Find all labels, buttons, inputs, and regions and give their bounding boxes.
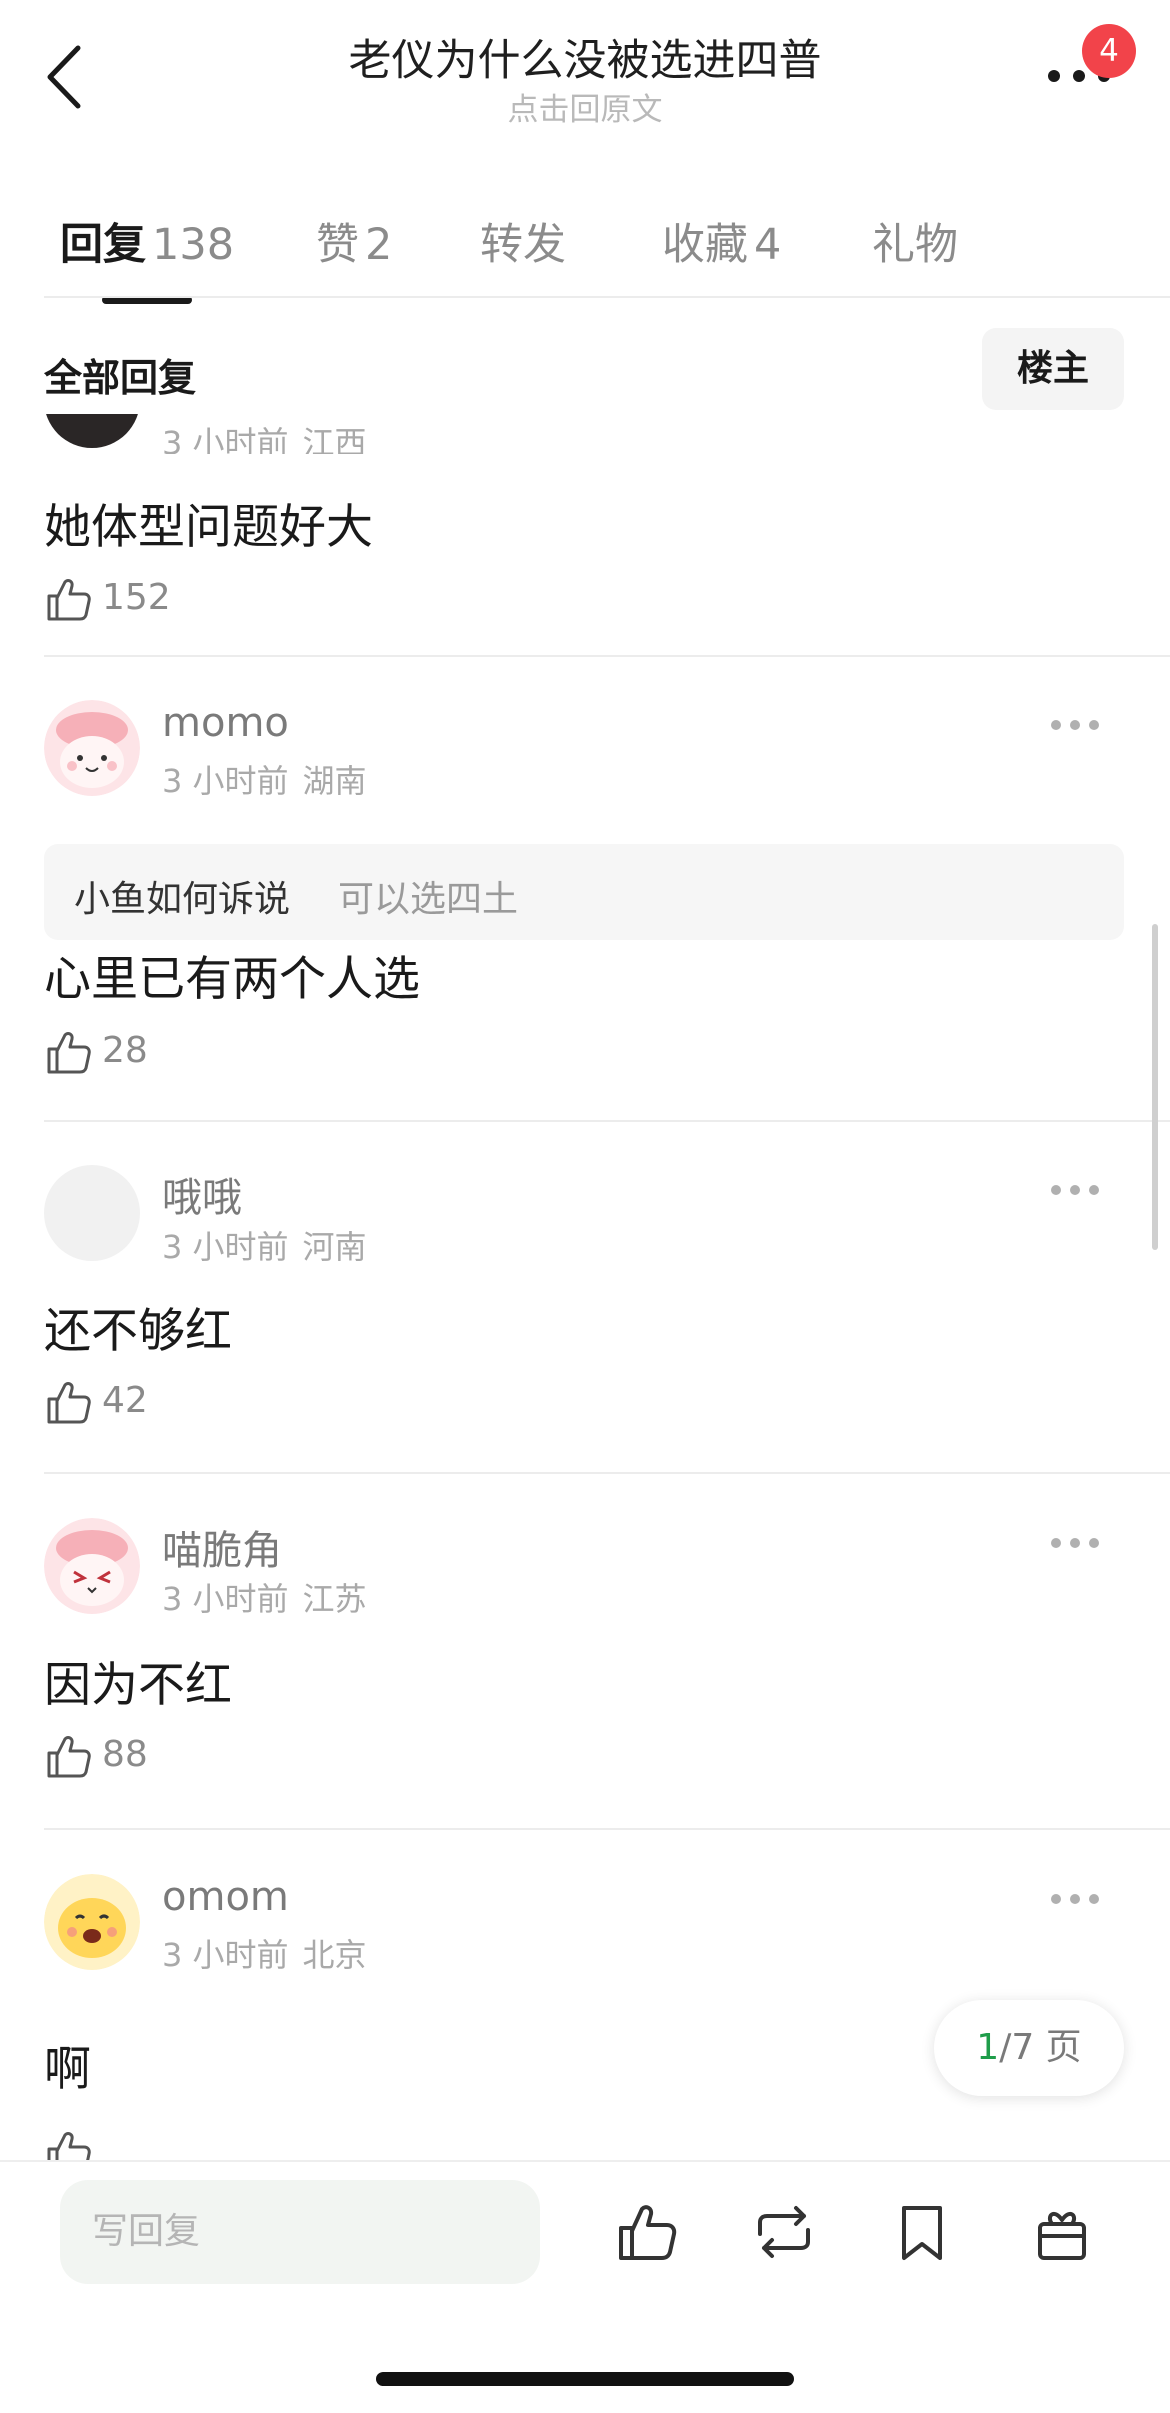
comment-location: 河南	[302, 1228, 367, 1266]
comment-time: 3 小时前	[162, 762, 289, 800]
thumbs-up-icon	[47, 579, 91, 621]
tab-count: 2	[365, 220, 393, 270]
comment-location: 江西	[302, 424, 367, 454]
total-pages: /7 页	[999, 2027, 1082, 2068]
bookmark-icon[interactable]	[890, 2200, 954, 2264]
comment-text: 她体型问题好大	[44, 500, 373, 555]
avatar[interactable]	[44, 1518, 140, 1614]
username[interactable]: 哦哦	[162, 1165, 242, 1223]
avatar[interactable]	[44, 700, 140, 796]
comment-divider	[44, 655, 1170, 657]
thumbs-up-icon	[47, 2132, 91, 2160]
username[interactable]: momo	[162, 700, 289, 746]
gift-icon[interactable]	[1030, 2200, 1094, 2264]
avatar[interactable]	[44, 1165, 140, 1261]
thumbs-up-icon	[47, 1032, 91, 1074]
tab-label: 收藏	[662, 220, 748, 270]
comment-divider	[44, 1828, 1170, 1830]
thumbs-up-icon	[47, 1736, 91, 1778]
avatar[interactable]	[44, 414, 140, 448]
comment-time: 3 小时前	[162, 1580, 289, 1618]
pagination-indicator[interactable]: 1/7 页	[934, 2000, 1124, 2096]
comment-location: 江苏	[302, 1580, 367, 1618]
tab-likes[interactable]: 赞2	[316, 210, 392, 272]
comment-divider	[44, 1120, 1170, 1122]
comment-location: 湖南	[302, 762, 367, 800]
avatar[interactable]	[44, 1874, 140, 1970]
comment-text: 因为不红	[44, 1658, 232, 1713]
comment-time: 3 小时前	[162, 1228, 289, 1266]
like-count: 152	[102, 577, 171, 618]
comment-text: 还不够红	[44, 1304, 232, 1359]
owner-only-button[interactable]: 楼主	[982, 328, 1124, 410]
like-count: 28	[102, 1030, 148, 1071]
comment-meta: 3 小时前 江苏	[162, 1574, 367, 1620]
comment-text: 心里已有两个人选	[44, 952, 420, 1007]
repost-icon[interactable]	[752, 2200, 816, 2264]
comment-more-icon[interactable]	[1050, 718, 1100, 732]
tab-label: 转发	[480, 220, 566, 270]
tab-reposts[interactable]: 转发	[480, 210, 566, 272]
reply-input[interactable]: 写回复	[60, 2180, 540, 2284]
comment-meta: 3 小时前 河南	[162, 1222, 367, 1268]
comment-more-icon[interactable]	[1050, 1892, 1100, 1906]
tab-replies[interactable]: 回复 138	[60, 210, 234, 272]
quoted-reply[interactable]: 小鱼如何诉说 可以选四土	[44, 844, 1124, 940]
tab-count: 4	[754, 220, 782, 270]
comment-meta: 3 小时前 北京	[162, 1930, 367, 1976]
tab-label: 赞	[316, 220, 359, 270]
tab-label: 回复	[60, 220, 146, 270]
thumbs-up-icon	[47, 1382, 91, 1424]
back-to-original-link[interactable]: 点击回原文	[0, 84, 1170, 129]
tab-gifts[interactable]: 礼物	[872, 210, 958, 272]
comment-more-icon[interactable]	[1050, 1536, 1100, 1550]
quoted-text: 可以选四土	[338, 879, 519, 920]
current-page: 1	[976, 2027, 1000, 2068]
comment-time: 3 小时前	[162, 424, 289, 454]
home-indicator	[376, 2372, 794, 2386]
quoted-username: 小鱼如何诉说	[74, 879, 291, 920]
tabs-divider	[44, 296, 1170, 298]
notification-badge: 4	[1082, 24, 1136, 78]
tab-favorites[interactable]: 收藏 4	[662, 210, 781, 272]
username[interactable]: 喵脆角	[162, 1518, 282, 1576]
like-button[interactable]	[44, 2128, 92, 2160]
comment-text: 啊	[44, 2042, 91, 2097]
like-count: 88	[102, 1734, 148, 1775]
comment-1-header-clipped: 3 小时前 江西	[0, 414, 1170, 454]
scrollbar[interactable]	[1152, 924, 1158, 1250]
comment-time: 3 小时前	[162, 1936, 289, 1974]
tab-count: 138	[152, 220, 235, 270]
like-icon[interactable]	[614, 2200, 678, 2264]
comment-meta: 3 小时前 湖南	[162, 756, 367, 802]
comment-meta: 3 小时前 江西	[162, 418, 367, 454]
post-title[interactable]: 老仪为什么没被选进四普	[0, 26, 1170, 88]
like-count: 42	[102, 1380, 148, 1421]
tab-label: 礼物	[872, 220, 958, 270]
comment-more-icon[interactable]	[1050, 1183, 1100, 1197]
comment-divider	[44, 1472, 1170, 1474]
comment-location: 北京	[302, 1936, 367, 1974]
section-title: 全部回复	[44, 356, 197, 400]
username[interactable]: omom	[162, 1874, 289, 1920]
